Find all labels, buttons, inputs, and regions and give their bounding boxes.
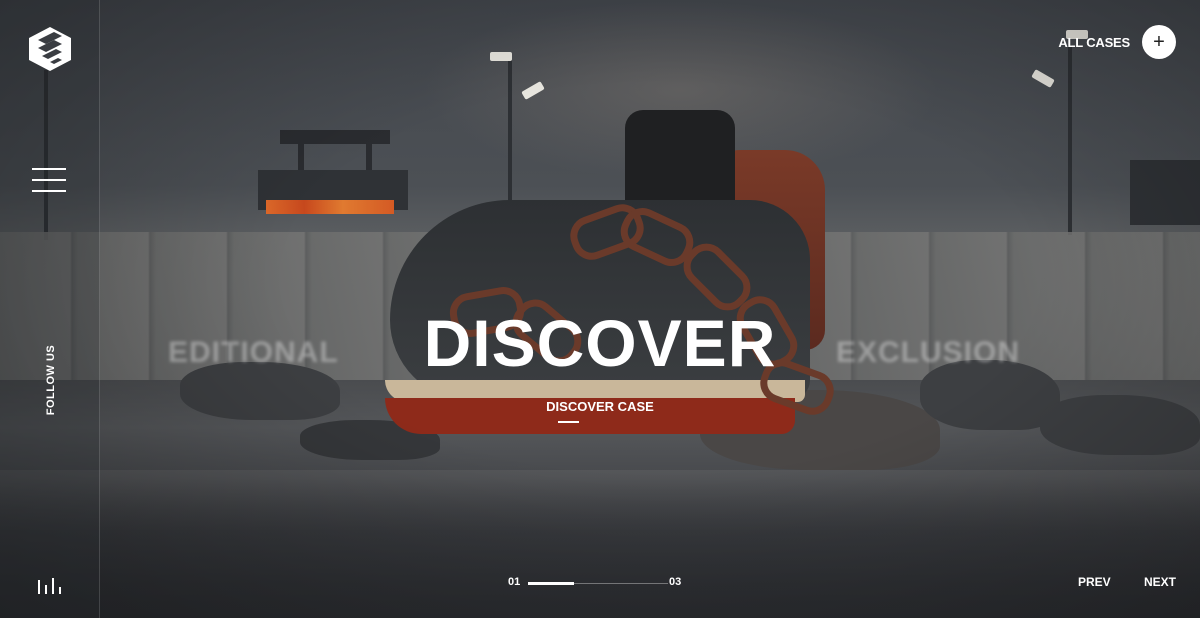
prev-button[interactable]: PREV [1078,575,1111,589]
discover-case-label[interactable]: DISCOVER CASE [546,399,654,414]
follow-us-label[interactable]: FOLLOW US [45,345,57,416]
progress-fill [528,582,575,585]
current-slide-number: 01 [508,576,521,588]
hero-title: DISCOVER [423,306,777,380]
follow-us[interactable]: FOLLOW US [26,345,76,416]
total-slide-number: 03 [669,576,682,588]
next-button[interactable]: NEXT [1144,575,1176,589]
brand-logo[interactable] [28,26,72,72]
plus-icon[interactable]: + [1142,25,1176,59]
discover-case-underline [558,421,579,423]
left-sidebar: FOLLOW US [0,0,100,618]
logo-icon [29,27,71,71]
hamburger-menu-button[interactable] [32,168,68,194]
sound-bars-icon[interactable] [38,574,62,594]
discover-case-link[interactable]: DISCOVER CASE [0,399,1200,414]
all-cases-button[interactable]: ALL CASES + [1058,25,1176,59]
all-cases-label[interactable]: ALL CASES [1058,35,1130,50]
slide-pagination: 01 03 [508,576,688,592]
